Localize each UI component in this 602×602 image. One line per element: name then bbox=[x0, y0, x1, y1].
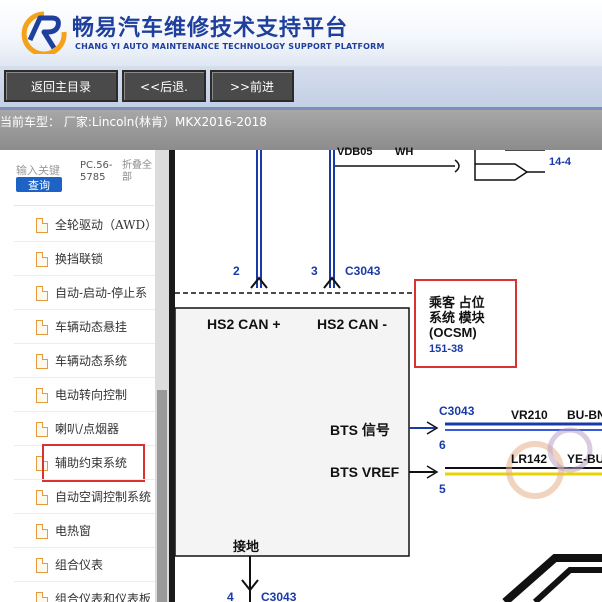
list-item[interactable]: 电热窗 bbox=[0, 514, 155, 548]
list-item-selected[interactable]: 辅助约束系统 bbox=[0, 444, 155, 482]
list-item[interactable]: 组合仪表 bbox=[0, 548, 155, 582]
document-icon bbox=[36, 320, 48, 335]
wire-label: LR142 bbox=[511, 452, 548, 466]
nav-bar: 返回主目录 <<后退. >>前进 bbox=[0, 66, 602, 110]
document-icon bbox=[36, 490, 48, 505]
list-item-label: 电动转向控制 bbox=[55, 388, 128, 402]
pin-label: 4 bbox=[227, 590, 234, 602]
scrollbar-thumb[interactable] bbox=[157, 390, 167, 602]
vehicle-info-bar: 当前车型： 厂家:Lincoln(林肯）MKX2016-2018 bbox=[0, 110, 602, 150]
search-button[interactable]: 查询 bbox=[16, 177, 62, 192]
pin-label: 6 bbox=[439, 438, 446, 452]
divider bbox=[14, 205, 154, 206]
list-item-label: 电热窗 bbox=[55, 524, 92, 538]
app-title: 畅易汽车维修技术支持平台 bbox=[72, 16, 349, 41]
list-item-label: 组合仪表 bbox=[55, 558, 104, 572]
tree-list: 全轮驱动（AWD） 换挡联锁 自动-启动-停止系 车辆动态悬挂 车辆动态系统 电… bbox=[0, 208, 158, 602]
sidebar-tabs: PC.56-5785 折叠全部 bbox=[80, 160, 152, 196]
list-item[interactable]: 全轮驱动（AWD） bbox=[0, 208, 158, 242]
list-item[interactable]: 车辆动态悬挂 bbox=[0, 310, 155, 344]
module-ref-label: 151-38 bbox=[429, 343, 464, 355]
back-button[interactable]: <<后退. bbox=[122, 70, 206, 102]
list-item-label: 自动-启动-停止系 bbox=[55, 286, 148, 300]
ground-label: 接地 bbox=[233, 539, 260, 554]
wiring-diagram-graphic bbox=[175, 150, 602, 602]
document-icon bbox=[36, 286, 48, 301]
list-item[interactable]: 组合仪表和仪表板 bbox=[0, 582, 155, 602]
sidebar: 输入关键 查询 PC.56-5785 折叠全部 全轮驱动（AWD） 换挡联锁 自… bbox=[0, 150, 170, 602]
module-name-line: 乘客 占位 bbox=[429, 295, 485, 310]
wire-color-label: BU-BN bbox=[567, 408, 602, 422]
home-button[interactable]: 返回主目录 bbox=[4, 70, 118, 102]
list-item-label: 自动空调控制系统 bbox=[55, 490, 152, 504]
list-item-label: 车辆动态悬挂 bbox=[55, 320, 128, 334]
connector-label: C3043 bbox=[261, 590, 297, 602]
connector-label: C3043 bbox=[345, 264, 381, 278]
list-item[interactable]: 喇叭/点烟器 bbox=[0, 412, 155, 446]
app-subtitle: CHANG YI AUTO MAINTENANCE TECHNOLOGY SUP… bbox=[75, 42, 385, 51]
pin-label: 3 bbox=[311, 264, 318, 278]
app-window: 畅易汽车维修技术支持平台 CHANG YI AUTO MAINTENANCE T… bbox=[0, 0, 602, 602]
document-icon bbox=[36, 524, 48, 539]
document-icon bbox=[36, 558, 48, 573]
connector-label: C3043 bbox=[439, 404, 475, 418]
list-item-label: 组合仪表和仪表板 bbox=[55, 592, 152, 602]
list-item-label: 喇叭/点烟器 bbox=[55, 422, 120, 436]
wire-label: VR210 bbox=[511, 408, 548, 422]
logo-icon bbox=[21, 11, 67, 57]
pin-name-can-minus: HS2 CAN - bbox=[317, 316, 388, 332]
pin-name-bts-vref: BTS VREF bbox=[330, 464, 400, 480]
list-item[interactable]: 换挡联锁 bbox=[0, 242, 155, 276]
pin-label: 2 bbox=[233, 264, 240, 278]
pin-label: 5 bbox=[439, 482, 446, 496]
list-item-label: 全轮驱动（AWD） bbox=[55, 218, 158, 232]
tab-collapse-all[interactable]: 折叠全部 bbox=[122, 160, 152, 184]
list-item[interactable]: 电动转向控制 bbox=[0, 378, 155, 412]
forward-button[interactable]: >>前进 bbox=[210, 70, 294, 102]
selection-highlight bbox=[42, 444, 145, 482]
wire-label: VDB05 bbox=[337, 146, 373, 158]
document-icon bbox=[36, 252, 48, 267]
document-icon bbox=[36, 218, 48, 233]
wire-color-label: WH bbox=[395, 146, 414, 158]
module-name-line: 系统 模块 bbox=[429, 310, 485, 325]
document-icon bbox=[36, 592, 48, 602]
document-icon bbox=[36, 422, 48, 437]
wiring-diagram: VDB05 WH 14-4 2 3 C3043 HS2 CAN + HS2 CA… bbox=[175, 146, 602, 602]
document-icon bbox=[36, 388, 48, 403]
pin-name-can-plus: HS2 CAN + bbox=[207, 316, 281, 332]
document-icon bbox=[36, 354, 48, 369]
pin-name-bts-signal: BTS 信号 bbox=[330, 422, 390, 438]
list-item[interactable]: 车辆动态系统 bbox=[0, 344, 155, 378]
wire-color-label: YE-BU bbox=[567, 452, 602, 466]
header: 畅易汽车维修技术支持平台 CHANG YI AUTO MAINTENANCE T… bbox=[0, 0, 602, 66]
sidebar-scrollbar[interactable] bbox=[155, 150, 169, 602]
tab-pc[interactable]: PC.56-5785 bbox=[80, 160, 116, 184]
list-item[interactable]: 自动空调控制系统 bbox=[0, 480, 155, 514]
module-name-line: (OCSM) bbox=[429, 325, 477, 340]
list-item[interactable]: 自动-启动-停止系 bbox=[0, 276, 155, 310]
page-ref-label: 14-4 bbox=[549, 156, 572, 168]
vehicle-model-text: 当前车型： 厂家:Lincoln(林肯）MKX2016-2018 bbox=[0, 115, 267, 129]
logo bbox=[20, 10, 68, 57]
list-item-label: 换挡联锁 bbox=[55, 252, 104, 266]
list-item-label: 车辆动态系统 bbox=[55, 354, 128, 368]
